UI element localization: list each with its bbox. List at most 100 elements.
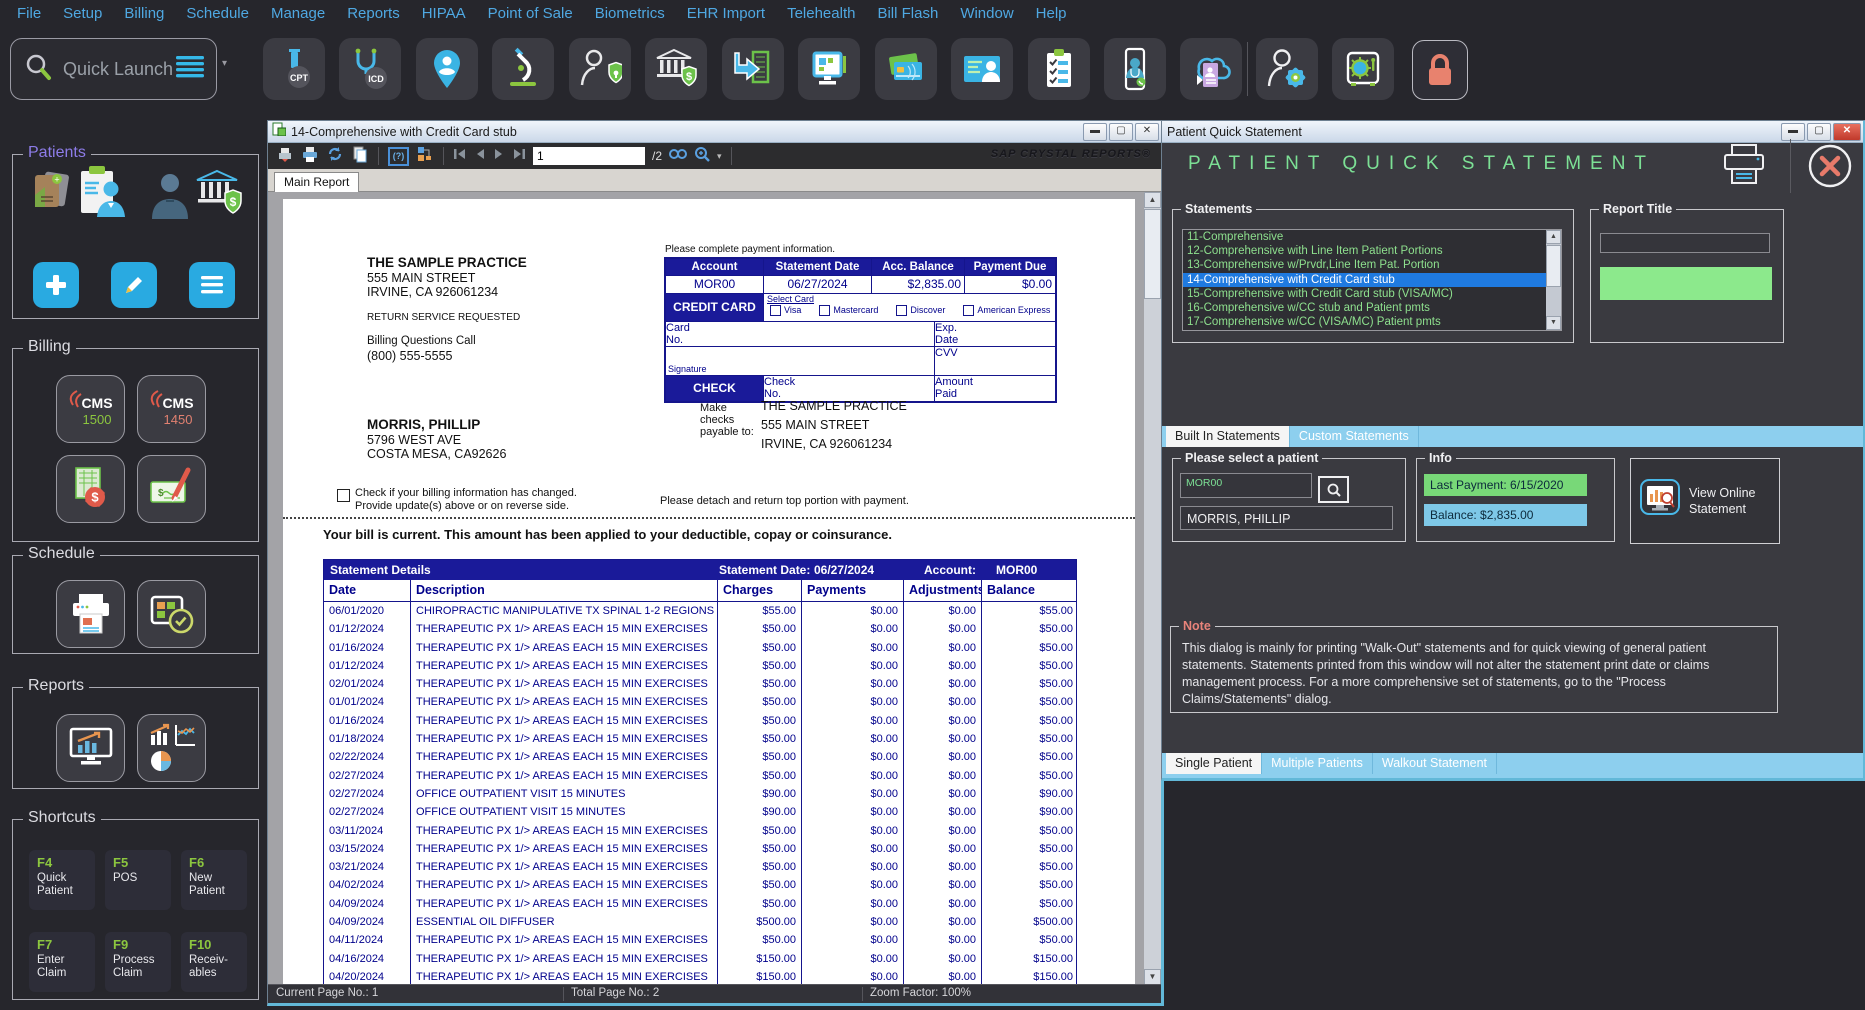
view-online-statement-button[interactable]: View Online Statement	[1630, 458, 1780, 544]
scroll-up-icon[interactable]: ▲	[1546, 230, 1561, 244]
print-schedule-button[interactable]	[56, 580, 125, 648]
menu-item[interactable]: Telehealth	[776, 5, 866, 22]
cms-1450-button[interactable]: CMS1450	[137, 375, 206, 443]
scroll-thumb[interactable]	[1546, 245, 1561, 287]
shortcut-button[interactable]: F7 Enter Claim	[29, 932, 95, 992]
menu-item[interactable]: HIPAA	[411, 5, 477, 22]
next-page-icon[interactable]	[493, 147, 505, 165]
statement-list-item[interactable]: 12-Comprehensive with Line Item Patient …	[1183, 244, 1561, 258]
group-tree-icon[interactable]	[416, 145, 434, 168]
menu-item[interactable]: Manage	[260, 5, 336, 22]
statement-list-item[interactable]: 17-Comprehensive w/CC (VISA/MC) Patient …	[1183, 315, 1561, 329]
statement-list-item[interactable]: 15-Comprehensive with Credit Card stub (…	[1183, 287, 1561, 301]
report-title-input[interactable]	[1600, 233, 1770, 253]
maximize-button[interactable]: ▢	[1109, 123, 1133, 141]
cloud-ehr-button[interactable]	[1180, 38, 1242, 100]
zoom-caret-icon[interactable]: ▾	[717, 151, 722, 162]
patient-accounts-icon[interactable]: $	[193, 169, 245, 226]
patient-list-button[interactable]	[189, 262, 235, 308]
menu-item[interactable]: Reports	[336, 5, 411, 22]
minimize-button[interactable]: ▬	[1083, 123, 1107, 141]
vault-button[interactable]	[1332, 38, 1394, 100]
patient-name-field[interactable]: MORRIS, PHILLIP	[1180, 506, 1393, 530]
lock-button[interactable]	[1412, 40, 1468, 100]
edit-patient-button[interactable]	[111, 262, 157, 308]
scroll-up-icon[interactable]: ▲	[1144, 192, 1161, 208]
check-in-button[interactable]	[722, 38, 784, 100]
patient-mode-tab[interactable]: Walkout Statement	[1373, 753, 1497, 774]
zoom-icon[interactable]	[694, 146, 710, 167]
patient-locator-button[interactable]	[416, 38, 478, 100]
menu-item[interactable]: Help	[1025, 5, 1078, 22]
first-page-icon[interactable]	[453, 147, 467, 165]
close-statement-icon[interactable]	[1808, 144, 1852, 193]
statement-list-item[interactable]: 11-Comprehensive	[1183, 230, 1561, 244]
shortcut-button[interactable]: F10 Receiv- ables	[181, 932, 247, 992]
statement-list-item[interactable]: 16-Comprehensive w/CC stub and Patient p…	[1183, 301, 1561, 315]
menu-item[interactable]: File	[6, 5, 52, 22]
pqs-titlebar[interactable]: Patient Quick Statement ▬ ▢ ✕	[1162, 121, 1863, 143]
prev-page-icon[interactable]	[474, 147, 486, 165]
appointment-review-button[interactable]	[137, 580, 206, 648]
main-report-tab[interactable]: Main Report	[274, 172, 359, 192]
bank-deposits-button[interactable]: $	[645, 38, 707, 100]
menu-item[interactable]: Billing	[113, 5, 175, 22]
menu-item[interactable]: Point of Sale	[477, 5, 584, 22]
menu-item[interactable]: EHR Import	[676, 5, 776, 22]
shortcut-button[interactable]: F6 New Patient	[181, 850, 247, 910]
quick-launch-box[interactable]: Quick Launch	[10, 38, 217, 100]
scroll-down-icon[interactable]: ▼	[1144, 969, 1161, 985]
print-statement-icon[interactable]	[1720, 143, 1768, 192]
card-payments-button[interactable]	[875, 38, 937, 100]
statement-processing-button[interactable]: $	[56, 455, 125, 523]
cpt-codes-button[interactable]: CPT	[263, 38, 325, 100]
add-patient-button[interactable]	[33, 262, 79, 308]
menu-item[interactable]: Setup	[52, 5, 113, 22]
cms-1500-button[interactable]: CMS1500	[56, 375, 125, 443]
patient-id-card-button[interactable]	[951, 38, 1013, 100]
statement-list-item[interactable]: 14-Comprehensive with Credit Card stub	[1183, 273, 1561, 287]
task-list-button[interactable]	[1028, 38, 1090, 100]
pqs-close-button[interactable]: ✕	[1833, 123, 1861, 141]
check-writer-button[interactable]: $	[137, 455, 206, 523]
statement-type-tab[interactable]: Custom Statements	[1290, 426, 1419, 447]
patient-account-input[interactable]: MOR00	[1180, 473, 1312, 498]
vertical-scrollbar[interactable]: ▲ ▼	[1144, 192, 1161, 985]
patient-search-button[interactable]	[1318, 476, 1349, 503]
patient-icon[interactable]	[147, 171, 193, 226]
scroll-down-icon[interactable]: ▼	[1546, 316, 1561, 330]
find-icon[interactable]	[669, 147, 687, 166]
patient-mode-tab[interactable]: Single Patient	[1166, 753, 1262, 774]
print-icon[interactable]	[301, 145, 319, 168]
statements-list[interactable]: 11-Comprehensive12-Comprehensive with Li…	[1182, 229, 1562, 331]
menu-item[interactable]: Schedule	[175, 5, 260, 22]
refresh-icon[interactable]	[326, 145, 344, 168]
help-icon[interactable]: (?)	[388, 147, 409, 166]
icd-codes-button[interactable]: ICD	[339, 38, 401, 100]
kiosk-button[interactable]	[798, 38, 860, 100]
statement-list-item[interactable]: 13-Comprehensive w/Prvdr,Line Item Pat. …	[1183, 258, 1561, 272]
scroll-thumb[interactable]	[1144, 209, 1161, 299]
menu-item[interactable]: Biometrics	[584, 5, 676, 22]
menu-item[interactable]: Window	[949, 5, 1024, 22]
telehealth-button[interactable]	[1104, 38, 1166, 100]
hamburger-icon[interactable]	[176, 55, 204, 84]
report-viewer-button[interactable]	[56, 714, 125, 782]
copy-icon[interactable]	[351, 145, 369, 168]
pqs-minimize-button[interactable]: ▬	[1781, 123, 1805, 141]
export-icon[interactable]	[276, 145, 294, 168]
menu-item[interactable]: Bill Flash	[866, 5, 949, 22]
shortcut-button[interactable]: F5 POS	[105, 850, 171, 910]
report-window-titlebar[interactable]: 14-Comprehensive with Credit Card stub ▬…	[268, 121, 1161, 143]
statement-type-tab[interactable]: Built In Statements	[1166, 426, 1290, 447]
lab-microscope-button[interactable]	[492, 38, 554, 100]
user-settings-button[interactable]	[1256, 38, 1318, 100]
page-number-input[interactable]	[533, 147, 645, 165]
patient-cards-icon[interactable]: +	[27, 169, 75, 228]
patient-security-button[interactable]	[569, 38, 631, 100]
shortcut-button[interactable]: F9 Process Claim	[105, 932, 171, 992]
report-center-button[interactable]	[137, 714, 206, 782]
statements-scrollbar[interactable]: ▲ ▼	[1546, 230, 1561, 330]
quick-launch-caret-icon[interactable]: ▾	[222, 58, 227, 69]
last-page-icon[interactable]	[512, 147, 526, 165]
